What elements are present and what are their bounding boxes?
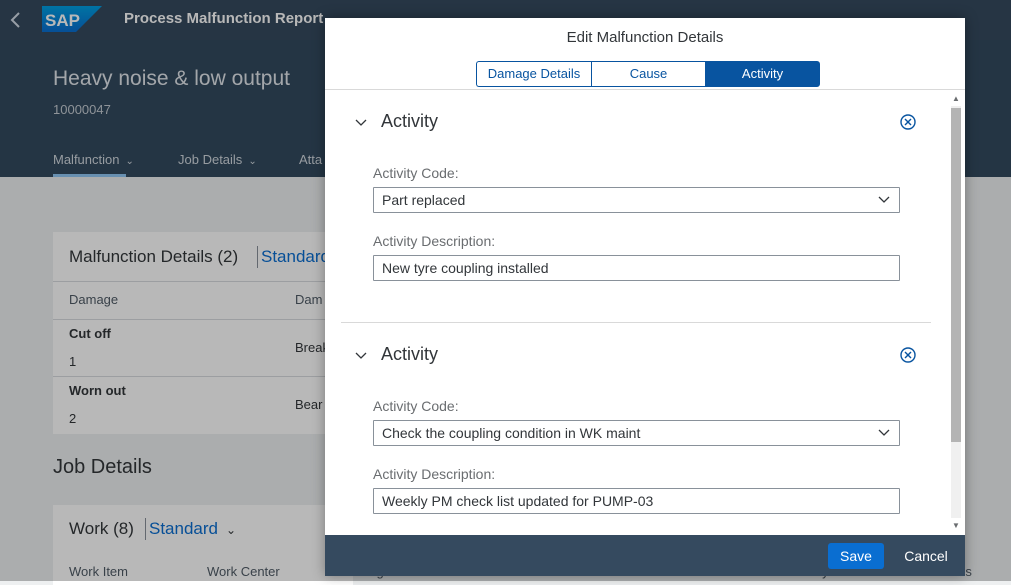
scroll-thumb[interactable] [951, 108, 961, 442]
activity-description-label: Activity Description: [373, 233, 496, 249]
dialog-title: Edit Malfunction Details [566, 29, 724, 46]
scroll-down-arrow-icon[interactable]: ▼ [951, 521, 961, 531]
activity-code-label: Activity Code: [373, 398, 459, 414]
save-button[interactable]: Save [828, 543, 884, 569]
chevron-down-icon[interactable] [353, 115, 369, 131]
combobox-value: Check the coupling condition in WK maint [382, 425, 641, 441]
activity-section: Activity Activity Code: Check the coupli… [341, 323, 931, 535]
dialog-scrollbar[interactable]: ▲ ▼ [950, 94, 962, 533]
chevron-down-icon[interactable] [353, 348, 369, 364]
dropdown-arrow-icon[interactable] [877, 194, 891, 206]
activity-code-combobox[interactable]: Part replaced [373, 187, 900, 213]
dropdown-arrow-icon[interactable] [877, 427, 891, 439]
tab-damage-details[interactable]: Damage Details [476, 61, 591, 87]
activity-description-input[interactable]: New tyre coupling installed [373, 255, 900, 281]
activity-section-title: Activity [381, 111, 439, 131]
tab-activity[interactable]: Activity [705, 61, 820, 87]
activity-description-label: Activity Description: [373, 466, 496, 482]
combobox-value: Part replaced [382, 192, 466, 208]
activity-description-input[interactable]: Weekly PM check list updated for PUMP-03 [373, 488, 900, 514]
dialog-footer: Save Cancel [325, 535, 965, 576]
dialog-content: Activity Activity Code: Part replaced Ac… [325, 90, 965, 535]
remove-circle-icon[interactable] [899, 346, 917, 364]
edit-malfunction-dialog: Edit Malfunction Details Damage Details … [325, 18, 965, 576]
activity-section-title: Activity [381, 344, 439, 364]
input-value: New tyre coupling installed [382, 260, 549, 276]
tab-cause[interactable]: Cause [591, 61, 705, 87]
input-value: Weekly PM check list updated for PUMP-03 [382, 493, 654, 509]
scroll-up-arrow-icon[interactable]: ▲ [951, 94, 961, 104]
remove-circle-icon[interactable] [899, 113, 917, 131]
activity-code-combobox[interactable]: Check the coupling condition in WK maint [373, 420, 900, 446]
cancel-button[interactable]: Cancel [898, 543, 954, 569]
activity-code-label: Activity Code: [373, 165, 459, 181]
tab-segmented-button: Damage Details Cause Activity [476, 61, 820, 87]
